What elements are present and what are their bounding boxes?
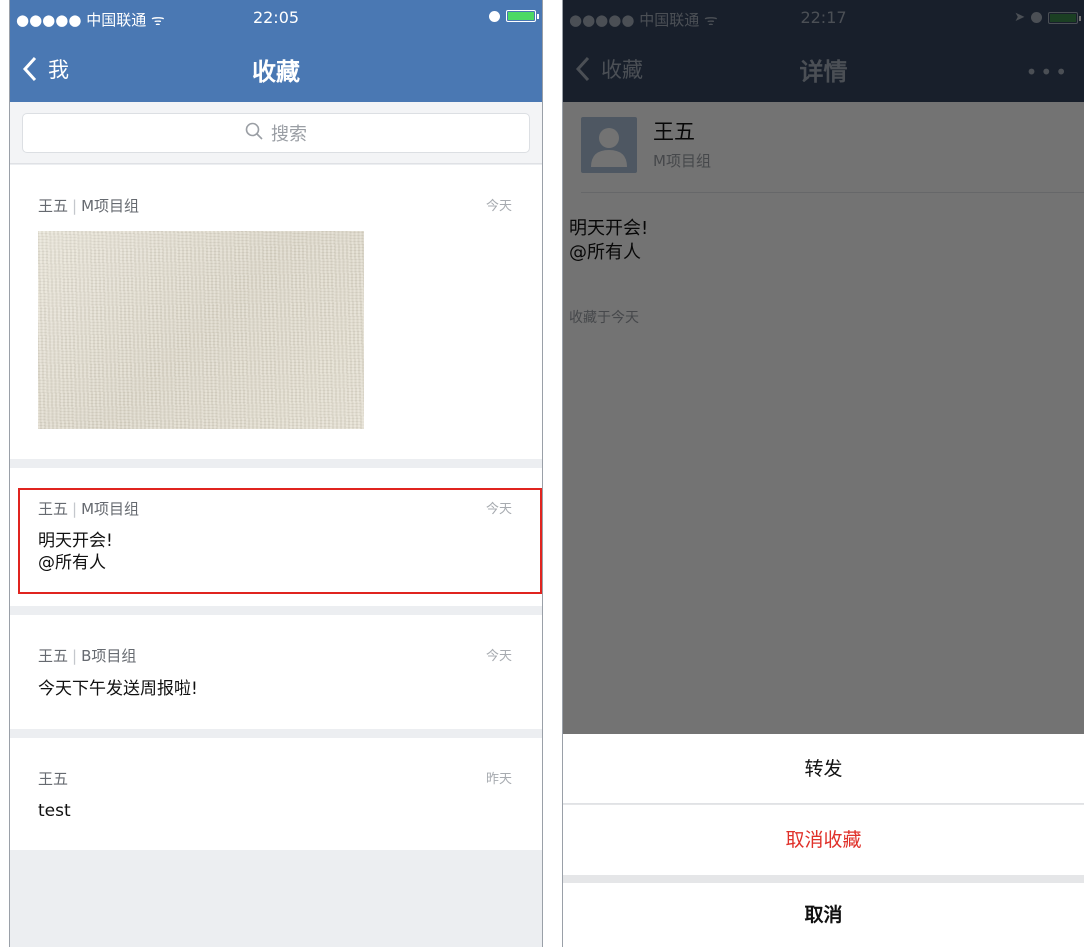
detail-screen: ●●●●● 中国联通 ᯤ 22:17 ➤ 收藏 详情 ••• 王五 M项目组 明… [562, 0, 1084, 947]
alarm-icon [489, 10, 500, 22]
detail-text-line: @所有人 [569, 242, 641, 263]
item-time: 昨天 [485, 772, 512, 787]
status-bar: ●●●●● 中国联通 ᯤ 22:17 ➤ [563, 0, 1084, 36]
page-title: 收藏 [252, 58, 300, 86]
item-group: B项目组 [81, 647, 137, 665]
list-item[interactable]: 王五 | B项目组 今天 今天下午发送周报啦! [10, 615, 542, 729]
detail-name: 王五 [653, 120, 695, 144]
list-item[interactable]: 王五 | M项目组 今天 [10, 165, 542, 459]
location-icon: ➤ [1014, 10, 1025, 25]
nav-bar: 我 收藏 [10, 36, 542, 102]
back-button[interactable]: 收藏 [575, 54, 643, 84]
search-input[interactable]: 搜索 [22, 113, 530, 153]
item-author: 王五 [38, 500, 69, 518]
item-text-line: @所有人 [38, 553, 106, 573]
detail-text-line: 明天开会! [569, 218, 649, 239]
nav-bar: 收藏 详情 ••• [563, 36, 1084, 102]
item-group: M项目组 [81, 500, 140, 518]
back-chevron-icon [22, 56, 38, 82]
favorites-screen: ●●●●● 中国联通 ᯤ 22:05 我 收藏 搜索 王五 | M项目组 今天 … [9, 0, 543, 947]
back-label: 收藏 [601, 58, 643, 82]
action-sheet: 转发 取消收藏 取消 [563, 734, 1084, 947]
item-time: 今天 [485, 649, 512, 664]
forward-button[interactable]: 转发 [563, 734, 1084, 804]
unfavorite-button[interactable]: 取消收藏 [563, 805, 1084, 875]
back-label: 我 [48, 58, 69, 82]
detail-group: M项目组 [653, 152, 711, 170]
search-placeholder: 搜索 [271, 124, 307, 145]
more-icon[interactable]: ••• [1026, 60, 1070, 84]
item-author: 王五 [38, 647, 69, 665]
status-bar: ●●●●● 中国联通 ᯤ 22:05 [10, 0, 542, 36]
back-button[interactable]: 我 [22, 54, 69, 84]
item-author: 王五 [38, 770, 69, 788]
divider [581, 192, 1084, 193]
list-item[interactable]: 王五 | M项目组 今天 明天开会! @所有人 [10, 468, 542, 606]
item-text-line: test [38, 801, 71, 821]
alarm-icon [1031, 12, 1042, 23]
saved-date: 收藏于今天 [569, 310, 639, 326]
battery-icon [506, 10, 539, 22]
item-time: 今天 [485, 199, 512, 214]
cancel-button[interactable]: 取消 [563, 883, 1084, 947]
back-chevron-icon [575, 56, 591, 82]
item-text-line: 明天开会! [38, 531, 113, 551]
battery-icon [1048, 11, 1081, 24]
search-icon [245, 122, 263, 145]
item-text-line: 今天下午发送周报啦! [38, 679, 198, 699]
search-area: 搜索 [10, 102, 542, 164]
status-time: 22:05 [252, 8, 300, 27]
list-item[interactable]: 王五 昨天 test [10, 738, 542, 850]
item-time: 今天 [485, 502, 512, 517]
status-time: 22:17 [800, 8, 847, 27]
item-group: M项目组 [81, 197, 140, 215]
avatar-icon [581, 117, 637, 173]
item-image [38, 231, 364, 429]
item-author: 王五 [38, 197, 69, 215]
